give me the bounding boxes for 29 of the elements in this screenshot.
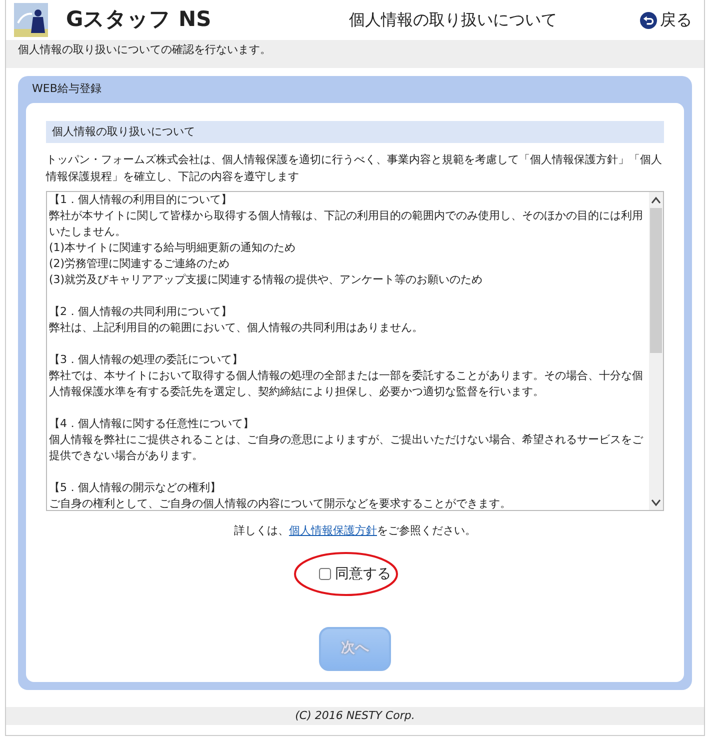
terms-text: 弊社が本サイトに関して皆様から取得する個人情報は、下記の利用目的の範囲内でのみ使用し、そのほかの目的には利用いたしません。	[49, 208, 644, 240]
agree-label[interactable]: 同意する	[335, 564, 391, 584]
terms-text: ご自身の権利として、ご自身の個人情報の内容について開示などを要求することができます。	[49, 496, 512, 510]
terms-text: (3)就労及びキャリアアップ支援に関連する情報の提供や、アンケート等のお願いのため	[49, 272, 484, 288]
back-icon	[640, 12, 657, 28]
scrollbar-thumb[interactable]	[650, 208, 662, 353]
scrollbar[interactable]	[649, 192, 663, 510]
terms-text: 個人情報を弊社にご提供されることは、ご自身の意思によりますが、ご提出いただけない場合、希望されるサービスをご提供できない場合があります。	[49, 432, 644, 464]
page-title: 個人情報の取り扱いについて	[348, 9, 558, 31]
terms-heading: 【5．個人情報の開示などの権利】	[49, 480, 222, 496]
details-text: 詳しくは、個人情報保護方針をご参照ください。	[234, 523, 476, 539]
footer-text: (C) 2016 NESTY Corp.	[6, 706, 704, 725]
policy-link[interactable]: 個人情報保護方針	[289, 524, 377, 537]
terms-heading: 【2．個人情報の共同利用について】	[49, 304, 233, 320]
terms-text: 弊社では、本サイトにおいて取得する個人情報の処理の全部または一部を委託することがあります。その場合、十分な個人情報保護水準を有する委託先を選定し、契約締結により担保し、必要かつ適切な監督を行います。	[49, 368, 644, 400]
app-name: Gスタッフ NS	[66, 6, 212, 34]
terms-text: 弊社は、上記利用目的の範囲において、個人情報の共同利用はありません。	[49, 320, 424, 336]
terms-heading: 【1．個人情報の利用目的について】	[49, 192, 233, 208]
panel-title: WEB給与登録	[31, 81, 102, 97]
terms-text: (2)労務管理に関連するご連絡のため	[49, 256, 231, 272]
notice-text: 個人情報の取り扱いについての確認を行ないます。	[6, 40, 704, 68]
intro-text: トッパン・フォームズ株式会社は、個人情報保護を適切に行うべく、事業内容と規範を考慮して「個人情報保護方針」「個人情報保護規程」を確立し、下記の内容を遵守します	[46, 152, 663, 185]
section-title: 個人情報の取り扱いについて	[46, 120, 664, 143]
terms-heading: 【4．個人情報に関する任意性について】	[49, 416, 255, 432]
agree-checkbox[interactable]	[319, 568, 331, 580]
logo-icon	[14, 3, 48, 37]
terms-text: (1)本サイトに関連する給与明細更新の通知のため	[49, 240, 297, 256]
terms-heading: 【3．個人情報の処理の委託について】	[49, 352, 244, 368]
back-button[interactable]: 戻る	[640, 8, 692, 32]
